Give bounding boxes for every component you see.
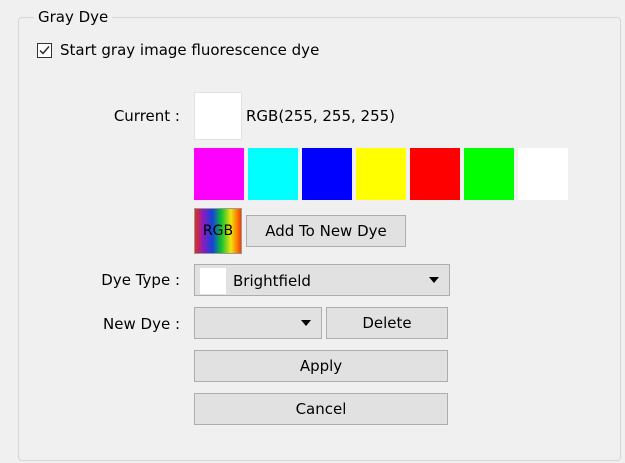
palette-swatch-magenta[interactable] xyxy=(194,148,244,200)
current-label: Current : xyxy=(113,107,180,125)
cancel-button[interactable]: Cancel xyxy=(194,393,448,425)
palette-swatch-cyan[interactable] xyxy=(248,148,298,200)
dye-type-label: Dye Type : xyxy=(101,271,180,289)
color-palette xyxy=(194,148,572,200)
rgb-picker-button[interactable]: RGB xyxy=(194,208,242,254)
palette-swatch-red[interactable] xyxy=(410,148,460,200)
group-title: Gray Dye xyxy=(34,6,113,28)
fluorescence-checkbox[interactable] xyxy=(37,42,52,58)
new-dye-dropdown[interactable] xyxy=(194,307,322,339)
fluorescence-checkbox-row[interactable]: Start gray image fluorescence dye xyxy=(37,40,319,60)
apply-button[interactable]: Apply xyxy=(194,350,448,382)
dye-type-color-chip xyxy=(200,268,226,294)
dye-type-dropdown[interactable]: Brightfield xyxy=(194,264,450,296)
add-to-new-dye-button[interactable]: Add To New Dye xyxy=(246,215,406,247)
fluorescence-checkbox-label[interactable]: Start gray image fluorescence dye xyxy=(60,41,319,59)
chevron-down-icon xyxy=(301,320,311,326)
palette-swatch-blue[interactable] xyxy=(302,148,352,200)
palette-swatch-green[interactable] xyxy=(464,148,514,200)
checkmark-icon xyxy=(39,45,50,55)
palette-swatch-yellow[interactable] xyxy=(356,148,406,200)
palette-swatch-white[interactable] xyxy=(518,148,568,200)
current-color-swatch xyxy=(194,92,242,140)
current-rgb-value: RGB(255, 255, 255) xyxy=(246,107,396,125)
rgb-picker-label: RGB xyxy=(202,223,234,239)
chevron-down-icon xyxy=(429,277,439,283)
delete-button[interactable]: Delete xyxy=(326,307,448,339)
dye-type-value: Brightfield xyxy=(233,272,311,290)
new-dye-label: New Dye : xyxy=(103,315,180,333)
